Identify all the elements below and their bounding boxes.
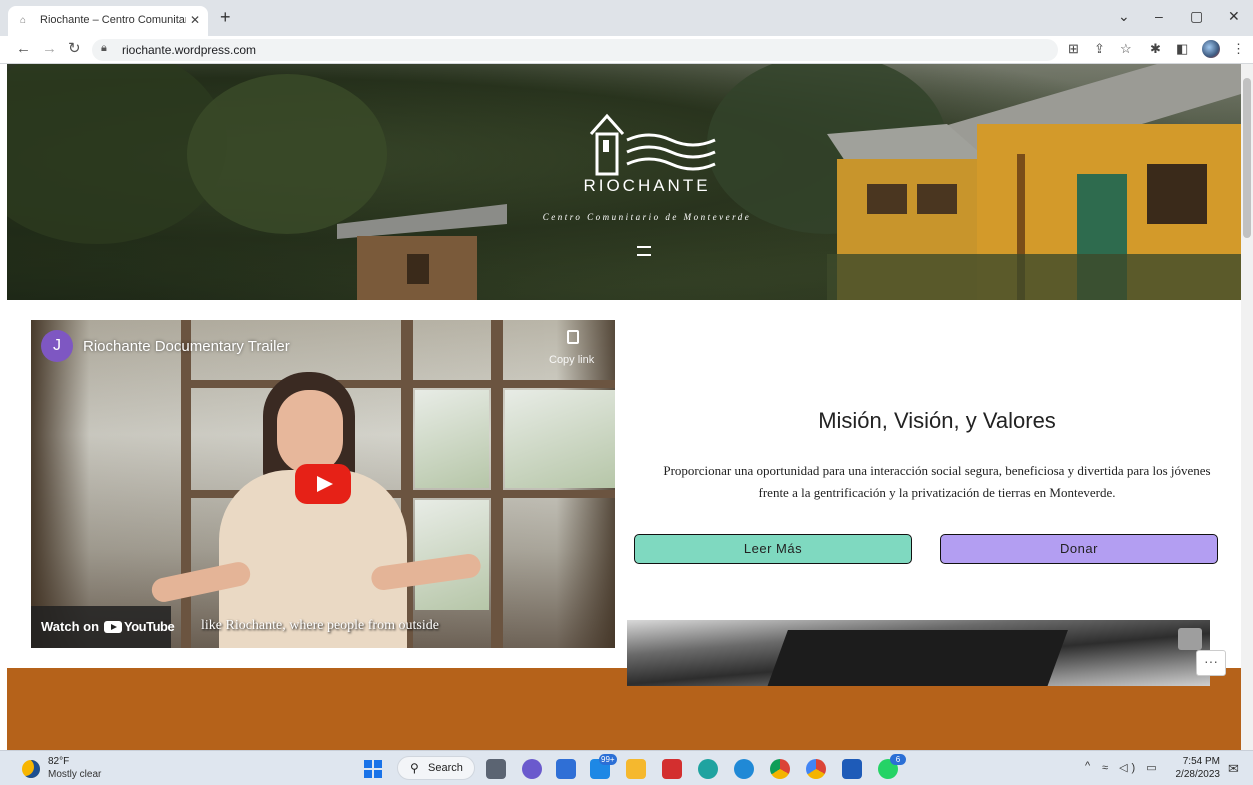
hero-banner: RIOCHANTE Centro Comunitario de Montever… bbox=[7, 64, 1241, 300]
favicon-icon: ⌂ bbox=[20, 15, 27, 26]
tab-close-icon[interactable]: ✕ bbox=[190, 13, 200, 27]
video-person-face bbox=[277, 390, 343, 474]
copy-link-icon[interactable] bbox=[567, 330, 579, 344]
word-icon[interactable] bbox=[842, 759, 862, 779]
window-frame bbox=[181, 320, 191, 648]
window-frame bbox=[491, 320, 503, 648]
notification-icon[interactable]: ✉ bbox=[1228, 761, 1239, 777]
taskbar-search[interactable]: ⚲ Search bbox=[397, 756, 475, 780]
edge-beta-icon[interactable] bbox=[734, 759, 754, 779]
watch-on-youtube-button[interactable]: Watch on YouTube bbox=[31, 606, 175, 648]
back-icon[interactable]: ← bbox=[16, 41, 31, 57]
weather-moon-icon[interactable] bbox=[22, 760, 40, 778]
video-caption: like Riochante, where people from outsid… bbox=[201, 618, 439, 633]
url-field[interactable]: 🔒︎ riochante.wordpress.com bbox=[92, 39, 1058, 61]
forward-icon[interactable]: → bbox=[42, 41, 57, 57]
mission-paragraph: Proporcionar una oportunidad para una in… bbox=[663, 463, 1211, 500]
video-title[interactable]: Riochante Documentary Trailer bbox=[83, 338, 290, 355]
windows-start-icon[interactable] bbox=[364, 760, 382, 778]
mission-heading: Misión, Visión, y Valores bbox=[818, 408, 1056, 433]
black-white-photo bbox=[627, 620, 1210, 686]
share-icon[interactable]: ⇪ bbox=[1094, 41, 1105, 57]
window-pane bbox=[415, 390, 489, 488]
photo-roof bbox=[766, 630, 1068, 686]
weather-condition[interactable]: Mostly clear bbox=[48, 769, 101, 780]
youtube-wordmark: YouTube bbox=[124, 619, 175, 634]
restore-button[interactable]: ▢ bbox=[1190, 8, 1203, 25]
site-brand-name[interactable]: RIOCHANTE bbox=[567, 176, 727, 196]
menu-kebab-icon[interactable]: ⋮ bbox=[1232, 41, 1245, 57]
copy-link-label[interactable]: Copy link bbox=[549, 354, 594, 366]
windows-taskbar: 82°F Mostly clear ⚲ Search 99+ 6 ^ ≈ ◁) … bbox=[0, 750, 1253, 785]
chat-icon[interactable] bbox=[522, 759, 542, 779]
youtube-embed[interactable]: J Riochante Documentary Trailer Copy lin… bbox=[31, 320, 615, 648]
watch-on-label: Watch on bbox=[41, 619, 100, 634]
photo-overlay-square bbox=[1178, 628, 1202, 650]
extensions-icon[interactable]: ✱ bbox=[1150, 41, 1161, 57]
reload-icon[interactable]: ↻ bbox=[68, 41, 81, 57]
whatsapp-badge: 6 bbox=[890, 754, 906, 765]
search-icon: ⚲ bbox=[410, 761, 419, 775]
site-tagline: Centro Comunitario de Monteverde bbox=[542, 212, 752, 222]
scrollbar-thumb[interactable] bbox=[1243, 78, 1251, 238]
play-button-icon[interactable] bbox=[295, 464, 351, 504]
url-text[interactable]: riochante.wordpress.com bbox=[122, 43, 256, 57]
page-scrollbar[interactable] bbox=[1241, 64, 1253, 750]
lock-icon[interactable]: 🔒︎ bbox=[101, 42, 107, 55]
minimize-button[interactable]: – bbox=[1155, 8, 1163, 24]
donate-button[interactable]: Donar bbox=[940, 534, 1218, 564]
tab-title: Riochante – Centro Comunitario bbox=[40, 14, 186, 26]
edge-icon[interactable] bbox=[698, 759, 718, 779]
chrome-profile-icon[interactable] bbox=[806, 759, 826, 779]
browser-tab-bar: ⌂ Riochante – Centro Comunitario ✕ + ⌄ –… bbox=[0, 0, 1253, 36]
window-frame bbox=[191, 380, 615, 388]
store-icon[interactable] bbox=[556, 759, 576, 779]
taskbar-search-label: Search bbox=[428, 762, 463, 774]
address-bar-row: ← → ↻ 🔒︎ riochante.wordpress.com ⊞ ⇪ ☆ ✱… bbox=[0, 36, 1253, 64]
weather-temperature[interactable]: 82°F bbox=[48, 756, 69, 767]
close-window-button[interactable]: ✕ bbox=[1228, 8, 1240, 25]
new-tab-button[interactable]: + bbox=[220, 8, 231, 26]
clock-time[interactable]: 7:54 PM bbox=[1176, 756, 1220, 767]
window-pane bbox=[415, 500, 489, 610]
mail-badge: 99+ bbox=[599, 754, 617, 765]
side-panel-icon[interactable]: ◧ bbox=[1176, 41, 1188, 57]
tab-search-dropdown-icon[interactable]: ⌄ bbox=[1118, 8, 1130, 25]
clock-date[interactable]: 2/28/2023 bbox=[1170, 769, 1221, 780]
read-more-button[interactable]: Leer Más bbox=[634, 534, 912, 564]
file-explorer-icon[interactable] bbox=[626, 759, 646, 779]
chrome-icon[interactable] bbox=[770, 759, 790, 779]
profile-avatar[interactable] bbox=[1202, 40, 1220, 58]
window-pane bbox=[505, 390, 615, 488]
translate-icon[interactable]: ⊞ bbox=[1068, 41, 1079, 57]
acrobat-icon[interactable] bbox=[662, 759, 682, 779]
more-options-button[interactable]: ··· bbox=[1196, 650, 1226, 676]
hero-small-house bbox=[337, 204, 507, 300]
tray-overflow-icon[interactable]: ^ bbox=[1085, 760, 1090, 772]
channel-avatar[interactable]: J bbox=[41, 330, 73, 362]
browser-tab[interactable]: ⌂ Riochante – Centro Comunitario ✕ bbox=[8, 6, 208, 36]
tray-wifi-volume-battery-icon[interactable]: ≈ ◁) ▭ bbox=[1102, 761, 1161, 774]
task-view-icon[interactable] bbox=[486, 759, 506, 779]
hero-yellow-house bbox=[827, 64, 1241, 300]
hamburger-menu-icon[interactable] bbox=[637, 246, 651, 256]
bookmark-star-icon[interactable]: ☆ bbox=[1120, 41, 1132, 57]
youtube-logo-icon bbox=[104, 621, 122, 633]
